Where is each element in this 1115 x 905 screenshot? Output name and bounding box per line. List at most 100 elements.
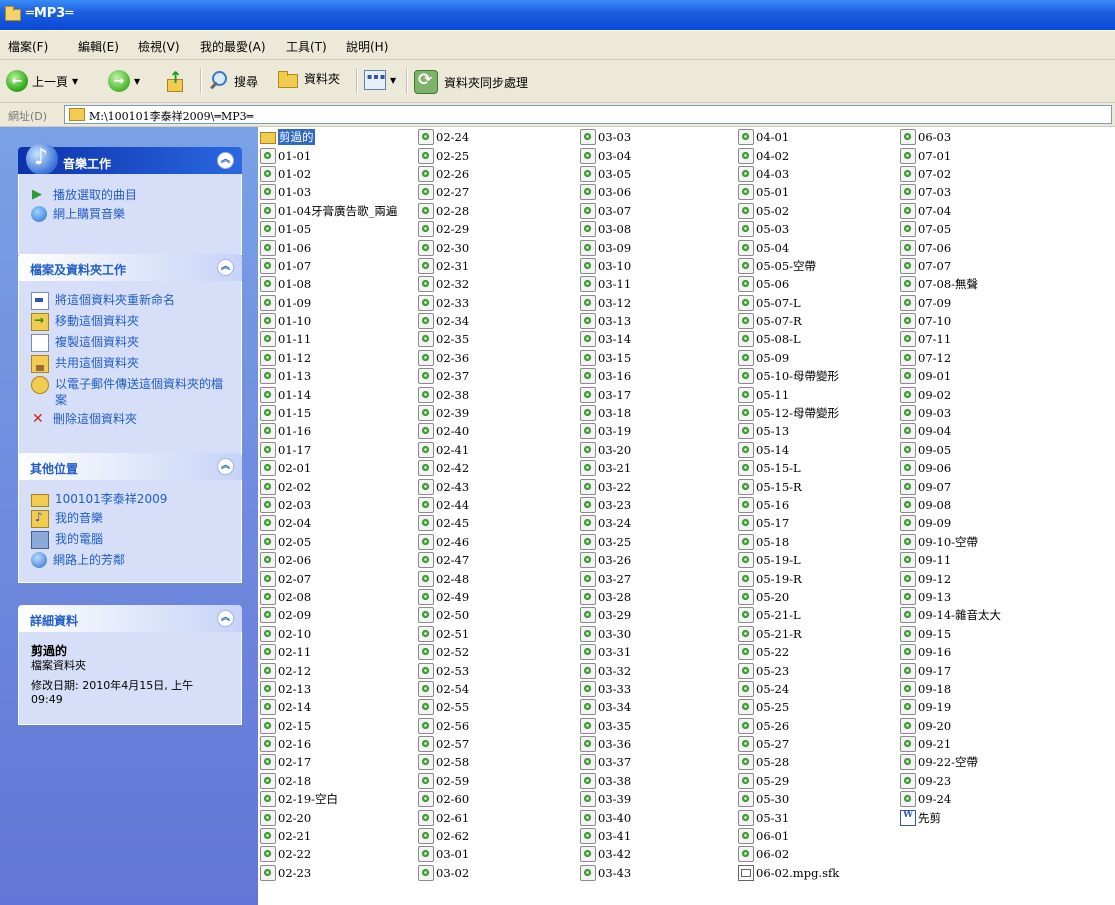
file-item[interactable]: 09-18 (900, 680, 1001, 698)
file-item[interactable]: 02-50 (418, 606, 469, 624)
file-item[interactable]: 03-33 (580, 680, 631, 698)
menu-edit[interactable]: 編輯(E) (78, 38, 119, 55)
file-item[interactable]: 02-05 (260, 533, 397, 551)
back-button[interactable]: ← 上一頁 ▼ (6, 70, 78, 92)
file-item[interactable]: 02-52 (418, 643, 469, 661)
file-item[interactable]: 02-40 (418, 422, 469, 440)
file-item[interactable]: 03-09 (580, 238, 631, 256)
file-item[interactable]: 07-03 (900, 183, 1001, 201)
file-item[interactable]: 05-26 (738, 717, 839, 735)
file-item[interactable]: 03-38 (580, 772, 631, 790)
file-item[interactable]: 03-39 (580, 790, 631, 808)
file-item[interactable]: 05-25 (738, 698, 839, 716)
file-item[interactable]: 03-36 (580, 735, 631, 753)
file-item[interactable]: 09-21 (900, 735, 1001, 753)
file-item[interactable]: 05-27 (738, 735, 839, 753)
file-item[interactable]: 01-02 (260, 165, 397, 183)
file-item[interactable]: 03-08 (580, 220, 631, 238)
file-item[interactable]: 03-07 (580, 202, 631, 220)
file-item[interactable]: 09-15 (900, 625, 1001, 643)
file-item[interactable]: 03-19 (580, 422, 631, 440)
file-item[interactable]: 01-05 (260, 220, 397, 238)
file-item[interactable]: 07-12 (900, 349, 1001, 367)
file-item[interactable]: 02-57 (418, 735, 469, 753)
file-item[interactable]: 03-03 (580, 128, 631, 146)
forward-button[interactable]: → ▼ (108, 70, 140, 92)
file-item[interactable]: 05-15-R (738, 477, 839, 495)
file-item[interactable]: 05-06 (738, 275, 839, 293)
file-item[interactable]: 03-16 (580, 367, 631, 385)
file-item[interactable]: 07-08-無聲 (900, 275, 1001, 293)
file-tasks-header[interactable]: 檔案及資料夾工作 ︽ (18, 254, 242, 281)
file-item[interactable]: 05-12-母帶變形 (738, 404, 839, 422)
file-item[interactable]: 05-13 (738, 422, 839, 440)
task-email-folder[interactable]: 以電子郵件傳送這個資料夾的檔案 (31, 376, 231, 408)
file-item[interactable]: 04-02 (738, 146, 839, 164)
file-item[interactable]: 05-11 (738, 385, 839, 403)
file-item[interactable]: 03-34 (580, 698, 631, 716)
collapse-icon[interactable]: ︽ (217, 152, 234, 169)
file-item[interactable]: 01-11 (260, 330, 397, 348)
file-item[interactable]: 02-18 (260, 772, 397, 790)
views-button[interactable]: ▼ (364, 70, 396, 90)
task-move-folder[interactable]: 移動這個資料夾 (31, 312, 231, 331)
file-item[interactable]: 05-14 (738, 441, 839, 459)
file-item[interactable]: 02-19-空白 (260, 790, 397, 808)
file-item[interactable]: 03-25 (580, 533, 631, 551)
file-item[interactable]: 02-59 (418, 772, 469, 790)
file-item[interactable]: 02-07 (260, 569, 397, 587)
file-item[interactable]: 05-22 (738, 643, 839, 661)
file-item[interactable]: 03-21 (580, 459, 631, 477)
file-item[interactable]: 02-22 (260, 845, 397, 863)
file-item[interactable]: 07-05 (900, 220, 1001, 238)
file-item[interactable]: 05-15-L (738, 459, 839, 477)
file-item[interactable]: 02-13 (260, 680, 397, 698)
file-item[interactable]: 09-20 (900, 717, 1001, 735)
file-item[interactable]: 03-35 (580, 717, 631, 735)
file-item[interactable]: 03-15 (580, 349, 631, 367)
file-item[interactable]: 02-48 (418, 569, 469, 587)
file-item[interactable]: 05-04 (738, 238, 839, 256)
file-item[interactable]: 03-29 (580, 606, 631, 624)
file-item[interactable]: 03-06 (580, 183, 631, 201)
task-delete-folder[interactable]: 刪除這個資料夾 (31, 411, 231, 427)
sync-button[interactable]: 資料夾同步處理 (414, 70, 528, 94)
file-item[interactable]: 02-38 (418, 385, 469, 403)
file-item[interactable]: 02-43 (418, 477, 469, 495)
title-bar[interactable]: ═MP3═ (0, 0, 1115, 30)
file-item[interactable]: 03-28 (580, 588, 631, 606)
file-item[interactable]: 03-17 (580, 385, 631, 403)
task-rename-folder[interactable]: 將這個資料夾重新命名 (31, 292, 231, 310)
file-item[interactable]: 05-31 (738, 808, 839, 826)
place-my-computer[interactable]: 我的電腦 (31, 531, 231, 549)
file-item[interactable]: 02-28 (418, 202, 469, 220)
file-item[interactable]: 02-60 (418, 790, 469, 808)
file-item[interactable]: 05-23 (738, 661, 839, 679)
file-item[interactable]: 02-03 (260, 496, 397, 514)
file-item[interactable]: 02-09 (260, 606, 397, 624)
file-item[interactable]: 02-51 (418, 625, 469, 643)
collapse-icon[interactable]: ︽ (217, 259, 234, 276)
task-play-selection[interactable]: 播放選取的曲目 (31, 187, 231, 203)
search-button[interactable]: 搜尋 (208, 70, 258, 92)
file-item[interactable]: 05-28 (738, 753, 839, 771)
file-item[interactable]: 03-20 (580, 441, 631, 459)
file-item[interactable]: 03-42 (580, 845, 631, 863)
file-item[interactable]: 05-29 (738, 772, 839, 790)
file-item[interactable]: 01-08 (260, 275, 397, 293)
file-item[interactable]: 03-31 (580, 643, 631, 661)
file-item[interactable]: 03-37 (580, 753, 631, 771)
file-item[interactable]: 03-26 (580, 551, 631, 569)
file-item[interactable]: 03-27 (580, 569, 631, 587)
file-item[interactable]: 01-13 (260, 367, 397, 385)
file-item[interactable]: 02-20 (260, 808, 397, 826)
file-item[interactable]: 02-35 (418, 330, 469, 348)
menu-view[interactable]: 檢視(V) (138, 38, 180, 55)
file-item[interactable]: 09-08 (900, 496, 1001, 514)
file-item[interactable]: 07-02 (900, 165, 1001, 183)
file-item[interactable]: 03-40 (580, 808, 631, 826)
file-item[interactable]: 01-07 (260, 257, 397, 275)
file-item[interactable]: 05-08-L (738, 330, 839, 348)
file-item[interactable]: 05-01 (738, 183, 839, 201)
file-item[interactable]: 07-06 (900, 238, 1001, 256)
